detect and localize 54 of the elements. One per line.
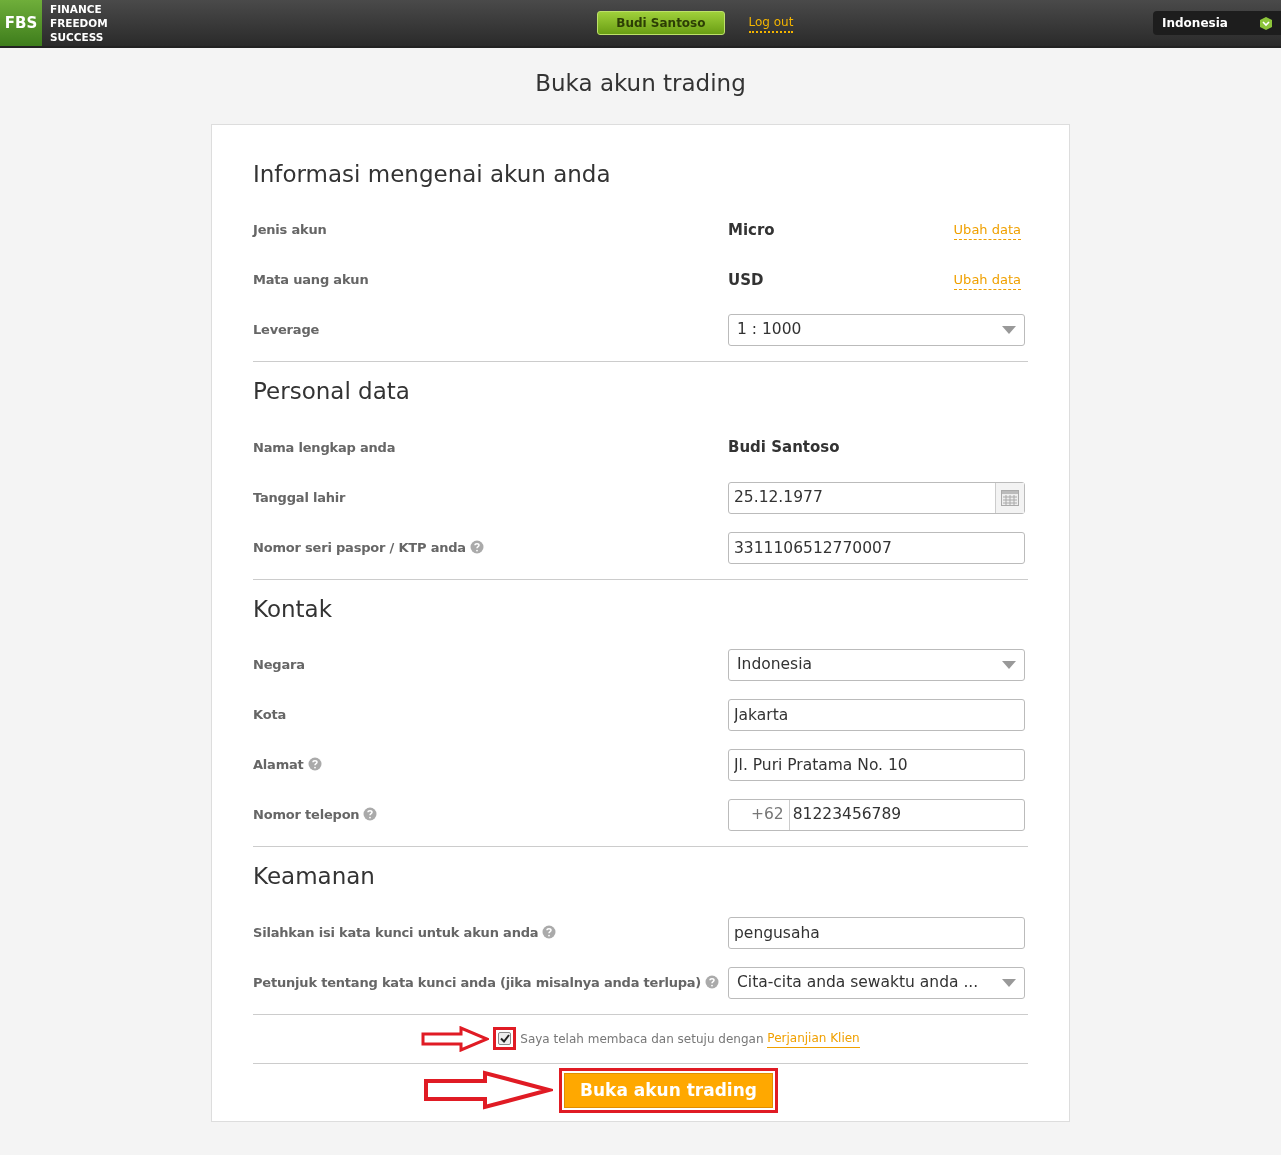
logo-icon: FBS <box>0 0 42 46</box>
field-label: Leverage <box>253 322 320 338</box>
field-label: Petunjuk tentang kata kunci anda (jika misalnya anda terlupa) <box>253 974 702 990</box>
section-heading: Keamanan <box>253 862 376 891</box>
logo-text: SUCCESS <box>50 30 105 44</box>
help-icon[interactable] <box>705 974 720 989</box>
field-label: Nomor telepon <box>253 807 360 823</box>
help-icon[interactable] <box>363 807 378 822</box>
logout-link[interactable]: Log out <box>748 13 794 33</box>
language-select[interactable]: Indonesia <box>1153 11 1281 35</box>
input-field[interactable]: Jl. Puri Pratama No. 10 <box>728 749 1025 781</box>
field-value: Budi Santoso <box>728 437 840 459</box>
caret-icon <box>1260 16 1272 30</box>
date-input[interactable]: 25.12.1977 <box>729 485 995 510</box>
help-icon[interactable] <box>307 757 322 772</box>
input-field[interactable]: 3311106512770007 <box>728 531 1025 564</box>
field-label: Tanggal lahir <box>253 489 346 505</box>
phone-input[interactable]: 81223456789 <box>789 803 1024 827</box>
select-field[interactable]: 1 : 1000 <box>728 314 1025 346</box>
field-label: Silahkan isi kata kunci untuk akun anda <box>253 924 539 940</box>
dropdown-caret-icon <box>1002 661 1016 669</box>
help-icon[interactable] <box>542 924 557 939</box>
field-label: Nomor seri paspor / KTP anda <box>253 539 466 555</box>
language-value: Indonesia <box>1162 15 1228 32</box>
phone-prefix: +62 <box>729 800 790 830</box>
calendar-icon[interactable] <box>1001 489 1019 506</box>
checkmark-icon <box>499 1034 510 1043</box>
field-value: USD <box>728 269 764 291</box>
input-field[interactable]: Jakarta <box>728 699 1025 731</box>
help-icon[interactable] <box>469 539 484 554</box>
date-field[interactable]: 25.12.1977 <box>728 481 1025 514</box>
dropdown-caret-icon <box>1002 326 1016 334</box>
logo-text: FINANCE <box>50 2 103 16</box>
input-field[interactable]: pengusaha <box>728 916 1025 949</box>
phone-field[interactable]: +62 81223456789 <box>728 799 1025 831</box>
select-field[interactable]: Indonesia <box>728 649 1025 681</box>
logo-text: FREEDOM <box>50 16 108 30</box>
field-label: Mata uang akun <box>253 272 369 288</box>
field-label: Alamat <box>253 757 304 773</box>
user-button[interactable]: Budi Santoso <box>597 11 725 35</box>
section-heading: Kontak <box>253 594 334 624</box>
section-heading: Informasi mengenai akun anda <box>253 159 612 189</box>
field-label: Nama lengkap anda <box>253 439 396 455</box>
section-heading: Personal data <box>253 377 411 406</box>
page-title: Buka akun trading <box>534 69 747 98</box>
dropdown-caret-icon <box>1002 978 1016 987</box>
field-value: Micro <box>728 219 775 241</box>
agreement-checkbox[interactable] <box>498 1032 512 1045</box>
field-label: Kota <box>253 707 286 723</box>
field-label: Jenis akun <box>253 222 327 238</box>
agreement-text: Saya telah membaca dan setuju dengan <box>520 1030 764 1048</box>
field-label: Negara <box>253 657 305 673</box>
select-field[interactable]: Cita-cita anda sewaktu anda ... <box>728 966 1025 999</box>
arrow-annotation <box>421 1025 490 1052</box>
